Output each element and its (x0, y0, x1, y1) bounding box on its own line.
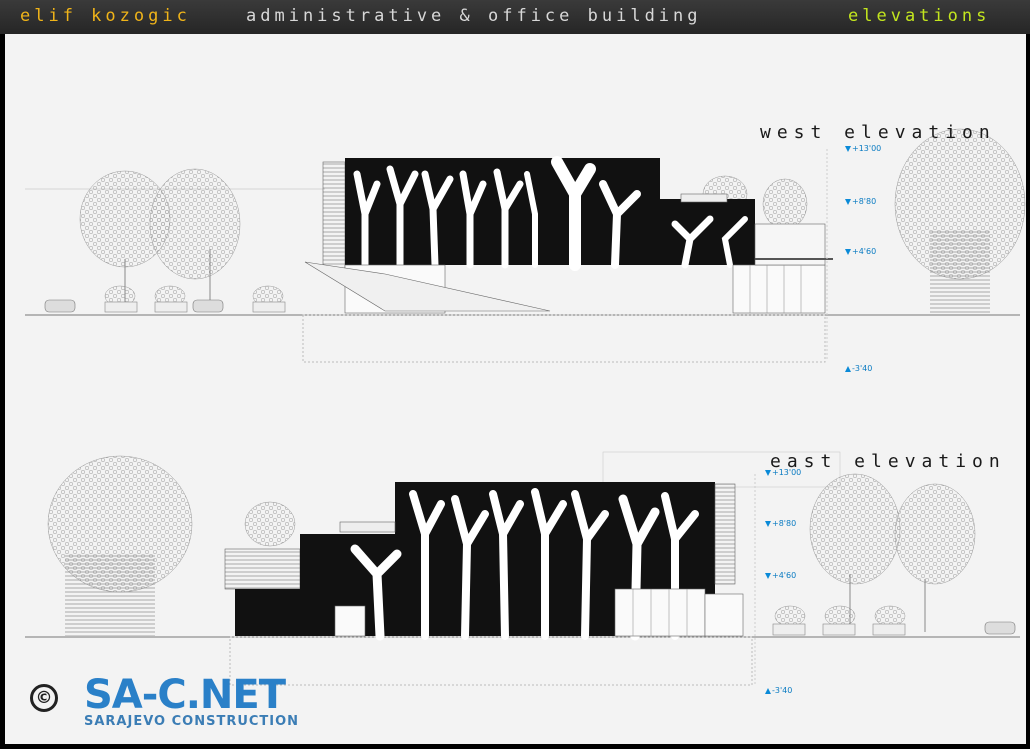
copyright-icon: © (30, 684, 58, 712)
level-down-icon (845, 145, 851, 152)
level-down-icon (845, 198, 851, 205)
west-left-trees (44, 168, 286, 313)
east-elevation-label: east elevation (770, 451, 1006, 472)
east-building (224, 482, 744, 641)
east-level-marker: +13'00 (765, 468, 801, 477)
east-right-trees (772, 473, 1016, 636)
author-name: elif kozogic (20, 6, 191, 26)
west-level-marker: +13'00 (845, 144, 881, 153)
sheet-section: elevations (848, 6, 991, 26)
logo-name: SA-C.NET (84, 672, 286, 718)
west-level-marker: +8'80 (845, 197, 876, 206)
drawing-sheet: west elevation east elevation +13'00 +8'… (5, 34, 1026, 744)
logo-subtitle: SARAJEVO CONSTRUCTION (84, 714, 300, 729)
level-down-icon (765, 469, 771, 476)
west-level-marker: -3'40 (845, 364, 872, 373)
title-bar: elif kozogic administrative & office bui… (0, 0, 1030, 34)
east-elevation (25, 451, 1020, 686)
level-up-icon (845, 365, 851, 372)
west-elevation-label: west elevation (760, 122, 996, 143)
east-level-marker: +8'80 (765, 519, 796, 528)
level-down-icon (765, 572, 771, 579)
project-title: administrative & office building (246, 6, 702, 26)
west-building (304, 156, 833, 314)
level-down-icon (845, 248, 851, 255)
level-up-icon (765, 687, 771, 694)
east-level-marker: -3'40 (765, 686, 792, 695)
west-level-marker: +4'60 (845, 247, 876, 256)
frame: elif kozogic administrative & office bui… (0, 0, 1030, 749)
west-elevation (25, 128, 1026, 363)
level-down-icon (765, 520, 771, 527)
east-level-marker: +4'60 (765, 571, 796, 580)
